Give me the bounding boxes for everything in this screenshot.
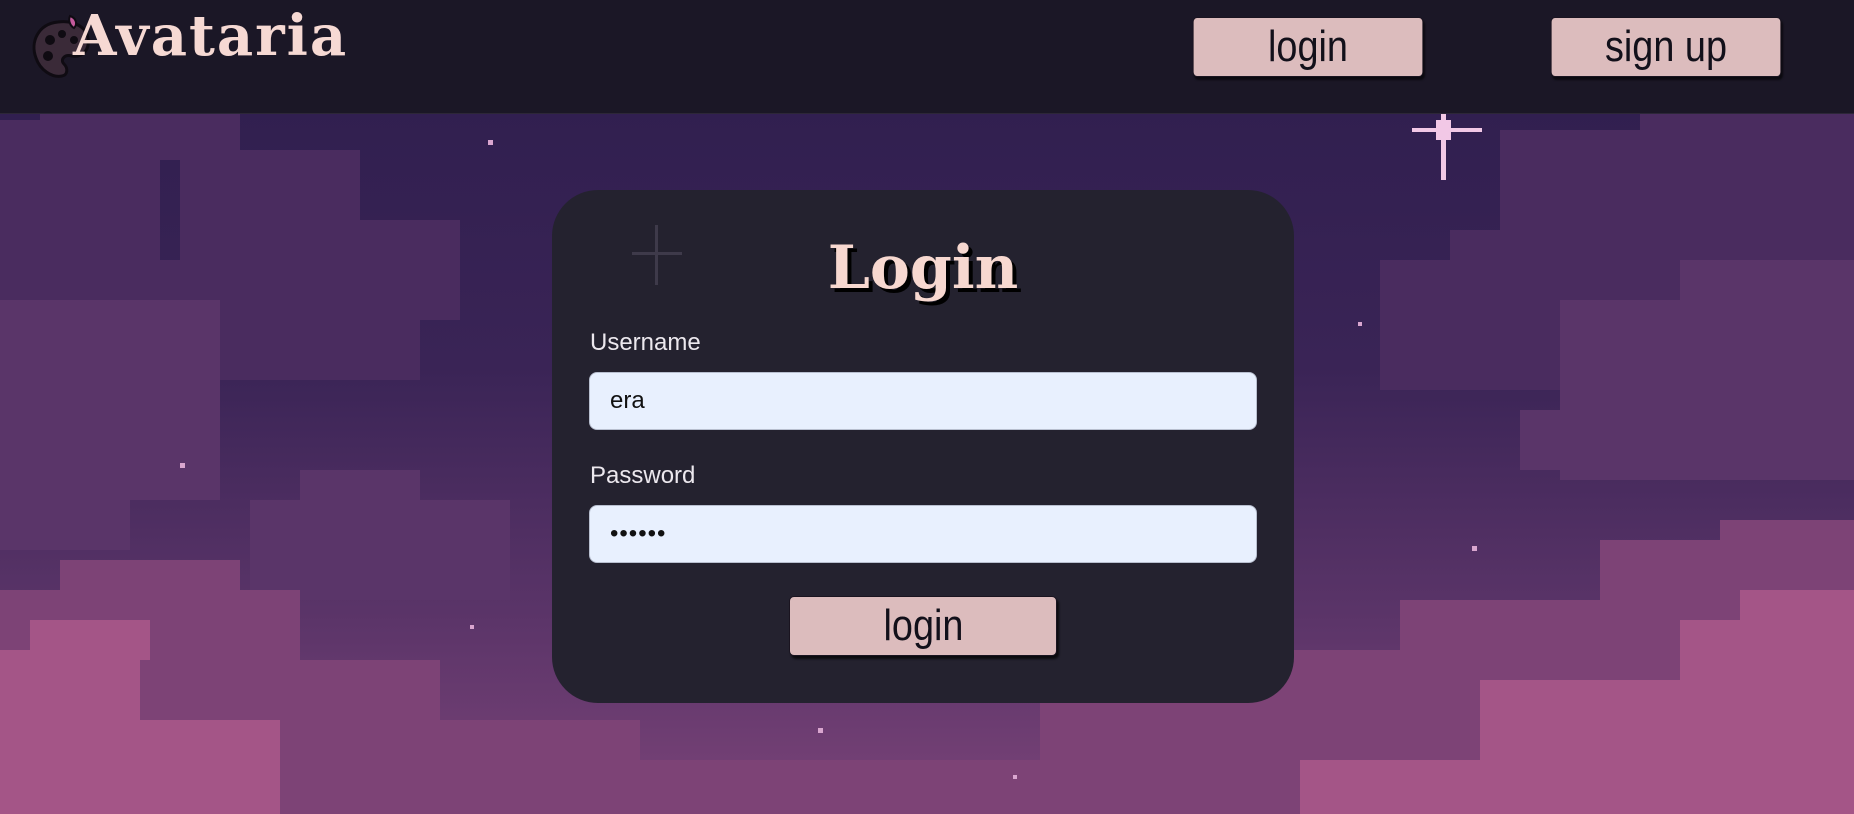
- sparkle-star-icon: [1412, 110, 1482, 180]
- nav-signup-button[interactable]: sign up: [1550, 17, 1782, 77]
- brand-name: Avataria: [73, 3, 349, 69]
- password-input[interactable]: [589, 505, 1257, 563]
- login-title: Login: [827, 233, 1019, 303]
- username-label: Username: [590, 329, 701, 356]
- nav-login-button[interactable]: login: [1192, 17, 1424, 77]
- username-input[interactable]: [589, 372, 1257, 430]
- password-label: Password: [590, 462, 696, 489]
- navbar: Avataria login sign up: [0, 0, 1854, 114]
- brand-logo[interactable]: Avataria: [28, 6, 358, 86]
- login-submit-label: login: [883, 601, 963, 650]
- login-submit-button[interactable]: login: [789, 596, 1057, 656]
- login-card: Login Username Password login: [552, 190, 1294, 703]
